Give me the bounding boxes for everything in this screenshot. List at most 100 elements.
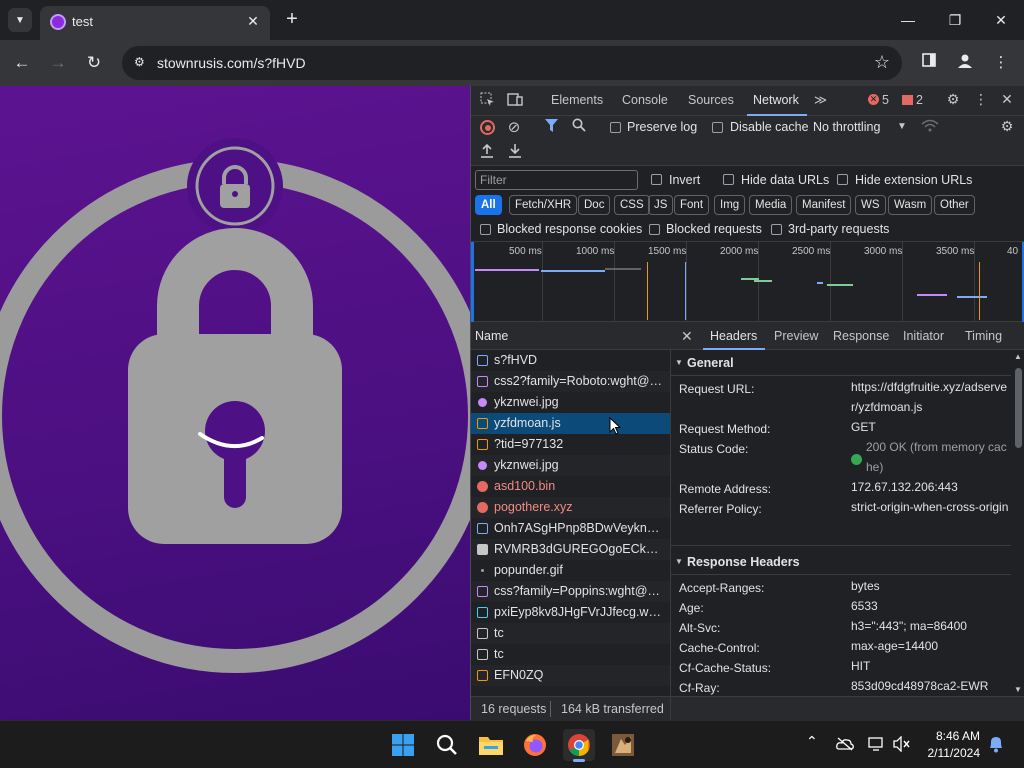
clock-date[interactable]: 2/11/2024	[928, 746, 981, 760]
chrome-icon[interactable]	[563, 729, 595, 762]
tab-elements[interactable]: Elements	[551, 93, 603, 107]
general-section-title[interactable]: General	[687, 356, 734, 370]
type-filter-wasm[interactable]: Wasm	[888, 195, 933, 215]
maximize-button[interactable]: ❐	[943, 8, 967, 32]
filter-input[interactable]	[475, 170, 638, 190]
disable-cache-checkbox[interactable]	[712, 122, 723, 133]
request-row[interactable]: ykznwei.jpg	[471, 392, 670, 413]
hide-data-urls-checkbox[interactable]	[723, 174, 734, 185]
hide-data-urls-label[interactable]: Hide data URLs	[741, 173, 829, 187]
type-filter-all[interactable]: All	[475, 195, 502, 215]
bookmark-star-icon[interactable]: ☆	[874, 52, 890, 73]
blocked-requests-checkbox[interactable]	[649, 224, 660, 235]
preserve-log-label[interactable]: Preserve log	[627, 120, 697, 134]
devtools-close-icon[interactable]: ✕	[999, 91, 1015, 108]
devtools-menu-icon[interactable]: ⋮	[973, 91, 989, 108]
window-close-button[interactable]: ✕	[989, 8, 1013, 32]
request-row[interactable]: ?tid=977132	[471, 434, 670, 455]
inspect-element-icon[interactable]	[479, 92, 495, 110]
type-filter-font[interactable]: Font	[674, 195, 710, 215]
tab-initiator[interactable]: Initiator	[903, 329, 944, 343]
tab-network[interactable]: Network	[753, 93, 799, 107]
warning-count[interactable]: 2	[916, 93, 923, 107]
third-party-label[interactable]: 3rd-party requests	[788, 222, 889, 236]
request-row[interactable]: tc	[471, 623, 670, 644]
request-row[interactable]: tc	[471, 644, 670, 665]
tab-timing[interactable]: Timing	[965, 329, 1002, 343]
hide-extension-urls-checkbox[interactable]	[837, 174, 848, 185]
preserve-log-checkbox[interactable]	[610, 122, 621, 133]
invert-label[interactable]: Invert	[669, 173, 700, 187]
search-icon[interactable]	[571, 118, 587, 135]
network-icon[interactable]	[868, 737, 886, 754]
new-tab-button[interactable]: +	[282, 9, 302, 30]
name-column-header[interactable]: Name	[475, 329, 508, 343]
url-text[interactable]: stownrusis.com/s?fHVD	[157, 55, 306, 71]
tab-response[interactable]: Response	[833, 329, 889, 343]
request-row[interactable]: css2?family=Roboto:wght@10...	[471, 371, 670, 392]
blocked-cookies-checkbox[interactable]	[480, 224, 491, 235]
type-filter-css[interactable]: CSS	[614, 195, 650, 215]
browser-menu-icon[interactable]: ⋮	[990, 52, 1012, 74]
tab-close-icon[interactable]: ✕	[244, 12, 262, 30]
profile-icon[interactable]	[954, 52, 976, 74]
request-row[interactable]: popunder.gif	[471, 560, 670, 581]
firefox-icon[interactable]	[519, 729, 551, 761]
devtools-settings-icon[interactable]: ⚙	[945, 91, 961, 108]
disable-cache-label[interactable]: Disable cache	[730, 120, 809, 134]
network-settings-icon[interactable]: ⚙	[999, 118, 1015, 135]
throttling-select[interactable]: No throttling	[813, 120, 880, 134]
type-filter-img[interactable]: Img	[714, 195, 746, 215]
volume-muted-icon[interactable]	[893, 735, 911, 755]
request-row[interactable]: ykznwei.jpg	[471, 455, 670, 476]
response-headers-title[interactable]: Response Headers	[687, 555, 800, 569]
scrollbar-thumb[interactable]	[1015, 368, 1022, 448]
back-button[interactable]: ←	[10, 51, 34, 75]
type-filter-doc[interactable]: Doc	[578, 195, 611, 215]
error-count[interactable]: 5	[882, 93, 889, 107]
file-explorer-icon[interactable]	[475, 729, 507, 761]
address-bar[interactable]: ⚙ stownrusis.com/s?fHVD ☆	[122, 46, 902, 80]
start-button[interactable]	[387, 729, 419, 761]
close-details-icon[interactable]: ✕	[681, 328, 693, 345]
minimize-button[interactable]: —	[896, 8, 920, 32]
show-hidden-icons[interactable]: ⌃	[806, 733, 818, 750]
more-tabs-button[interactable]: ≫	[814, 92, 827, 107]
type-filter-ws[interactable]: WS	[855, 195, 886, 215]
third-party-checkbox[interactable]	[771, 224, 782, 235]
request-row[interactable]: pogothere.xyz	[471, 497, 670, 518]
type-filter-manifest[interactable]: Manifest	[796, 195, 852, 215]
tab-headers[interactable]: Headers	[710, 329, 757, 343]
forward-button[interactable]: →	[46, 51, 70, 75]
side-panel-icon[interactable]	[918, 52, 940, 74]
blocked-cookies-label[interactable]: Blocked response cookies	[497, 222, 642, 236]
section-expand-icon[interactable]: ▼	[675, 358, 683, 367]
site-info-icon[interactable]: ⚙	[134, 55, 150, 71]
hide-extension-urls-label[interactable]: Hide extension URLs	[855, 173, 972, 187]
notification-bell-icon[interactable]	[988, 735, 1004, 756]
invert-checkbox[interactable]	[651, 174, 662, 185]
blocked-requests-label[interactable]: Blocked requests	[666, 222, 762, 236]
chevron-down-icon[interactable]: ▼	[897, 121, 907, 132]
browser-tab[interactable]: test ✕	[40, 6, 270, 40]
type-filter-fetch-xhr[interactable]: Fetch/XHR	[509, 195, 578, 215]
request-row[interactable]: yzfdmoan.js	[471, 413, 670, 434]
tab-preview[interactable]: Preview	[774, 329, 818, 343]
device-toolbar-icon[interactable]	[507, 92, 523, 110]
tab-search-button[interactable]: ▼	[8, 8, 32, 32]
clear-icon[interactable]: ⊘	[506, 118, 522, 136]
type-filter-other[interactable]: Other	[934, 195, 975, 215]
type-filter-js[interactable]: JS	[648, 195, 674, 215]
tab-console[interactable]: Console	[622, 93, 668, 107]
details-scrollbar[interactable]: ▲ ▼	[1013, 352, 1023, 694]
record-icon[interactable]	[480, 120, 495, 135]
export-har-icon[interactable]	[507, 143, 523, 161]
request-row[interactable]: css?family=Poppins:wght@30...	[471, 581, 670, 602]
section-expand-icon[interactable]: ▼	[675, 557, 683, 566]
reload-button[interactable]: ↻	[82, 51, 106, 75]
taskbar-search-icon[interactable]	[431, 729, 463, 761]
request-row[interactable]: RVMRB3dGUREGOgoECkNsGx...	[471, 539, 670, 560]
import-har-icon[interactable]	[479, 143, 495, 161]
timeline-selection-start[interactable]	[471, 242, 474, 322]
request-list-header[interactable]: Name	[471, 322, 671, 350]
